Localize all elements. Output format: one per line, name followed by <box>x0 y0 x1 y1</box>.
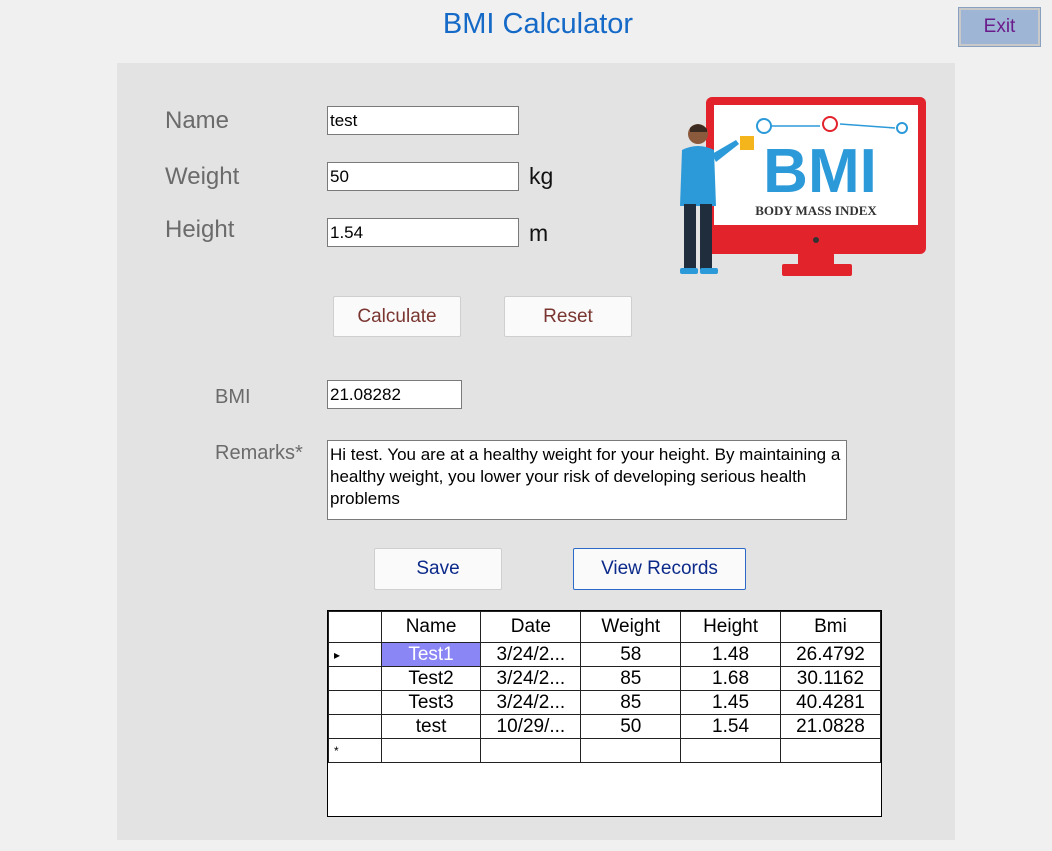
name-label: Name <box>165 107 230 134</box>
logo-text: BMI <box>763 137 877 206</box>
weight-unit: kg <box>529 163 554 189</box>
cell-height[interactable]: 1.45 <box>680 690 781 715</box>
cell-bmi[interactable]: 26.4792 <box>779 642 881 667</box>
row-header-corner <box>328 611 382 643</box>
column-header-bmi[interactable]: Bmi <box>779 611 881 643</box>
current-row-marker[interactable]: ▸ <box>328 642 382 667</box>
weight-label: Weight <box>165 163 240 190</box>
column-header-date[interactable]: Date <box>480 611 582 643</box>
new-row-marker[interactable]: * <box>328 738 382 763</box>
exit-button[interactable]: Exit <box>958 7 1041 47</box>
cell-height[interactable]: 1.48 <box>680 642 781 667</box>
cell-height[interactable]: 1.54 <box>680 714 781 739</box>
cell-height[interactable] <box>680 738 781 763</box>
cell-bmi[interactable] <box>779 738 881 763</box>
logo-caption: BODY MASS INDEX <box>755 203 877 218</box>
table-row[interactable]: Test3 3/24/2... 85 1.45 40.4281 <box>328 690 881 715</box>
calculate-button[interactable]: Calculate <box>333 296 461 337</box>
cell-name[interactable]: Test2 <box>380 666 482 691</box>
remarks-textbox[interactable]: Hi test. You are at a healthy weight for… <box>327 440 847 520</box>
cell-weight[interactable]: 58 <box>580 642 682 667</box>
row-header[interactable] <box>328 714 382 739</box>
row-header[interactable] <box>328 666 382 691</box>
bmi-illustration: BMI BODY MASS INDEX <box>680 97 926 276</box>
app-title: BMI Calculator <box>442 8 634 40</box>
cell-date[interactable] <box>480 738 582 763</box>
column-header-height[interactable]: Height <box>680 611 781 643</box>
cell-name[interactable]: Test3 <box>380 690 482 715</box>
table-row[interactable]: ▸ Test1 3/24/2... 58 1.48 26.4792 <box>328 642 881 667</box>
table-row[interactable]: test 10/29/... 50 1.54 21.0828 <box>328 714 881 739</box>
cell-date[interactable]: 3/24/2... <box>480 690 582 715</box>
new-row[interactable]: * <box>328 738 881 763</box>
cell-name[interactable]: test <box>380 714 482 739</box>
cell-date[interactable]: 3/24/2... <box>480 666 582 691</box>
bmi-output[interactable] <box>327 380 462 409</box>
cell-weight[interactable]: 85 <box>580 690 682 715</box>
cell-bmi[interactable]: 21.0828 <box>779 714 881 739</box>
cell-weight[interactable]: 50 <box>580 714 682 739</box>
column-header-weight[interactable]: Weight <box>580 611 682 643</box>
records-grid[interactable]: Name Date Weight Height Bmi ▸ Test1 3/24… <box>327 610 882 817</box>
bmi-label: BMI <box>215 386 251 408</box>
remarks-label: Remarks* <box>215 442 303 464</box>
cell-bmi[interactable]: 30.1162 <box>779 666 881 691</box>
height-input[interactable] <box>327 218 519 247</box>
name-input[interactable] <box>327 106 519 135</box>
cell-date[interactable]: 10/29/... <box>480 714 582 739</box>
cell-name[interactable]: Test1 <box>380 642 482 667</box>
column-header-name[interactable]: Name <box>380 611 482 643</box>
save-button[interactable]: Save <box>374 548 502 590</box>
height-unit: m <box>529 220 549 246</box>
view-records-button[interactable]: View Records <box>573 548 746 590</box>
cell-bmi[interactable]: 40.4281 <box>779 690 881 715</box>
cell-weight[interactable]: 85 <box>580 666 682 691</box>
cell-weight[interactable] <box>580 738 682 763</box>
cell-name[interactable] <box>380 738 482 763</box>
grid-header-row: Name Date Weight Height Bmi <box>328 611 881 643</box>
table-row[interactable]: Test2 3/24/2... 85 1.68 30.1162 <box>328 666 881 691</box>
cell-date[interactable]: 3/24/2... <box>480 642 582 667</box>
reset-button[interactable]: Reset <box>504 296 632 337</box>
weight-input[interactable] <box>327 162 519 191</box>
row-header[interactable] <box>328 690 382 715</box>
cell-height[interactable]: 1.68 <box>680 666 781 691</box>
height-label: Height <box>165 216 235 243</box>
